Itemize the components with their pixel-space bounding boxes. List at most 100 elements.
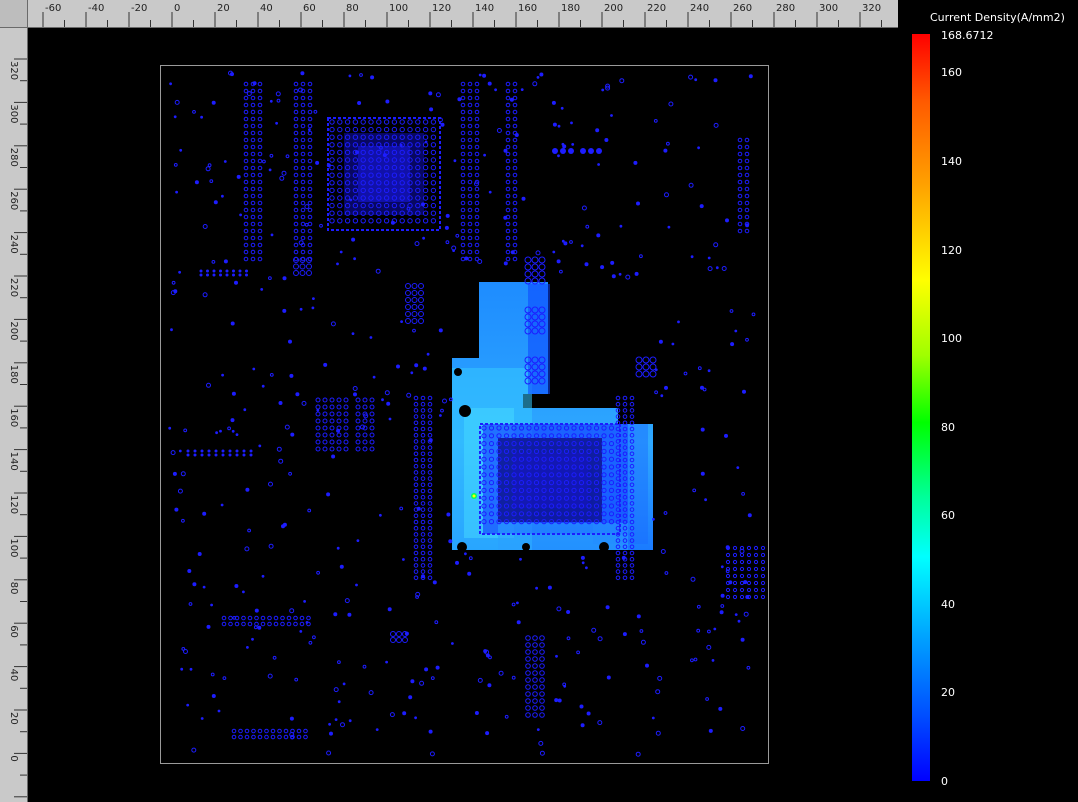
via bbox=[746, 552, 752, 558]
via bbox=[355, 411, 361, 417]
via bbox=[212, 269, 216, 273]
via bbox=[700, 471, 705, 476]
via bbox=[658, 339, 663, 344]
via bbox=[430, 172, 437, 178]
via bbox=[192, 582, 197, 587]
via bbox=[531, 270, 539, 278]
via bbox=[336, 428, 341, 433]
via bbox=[257, 109, 263, 115]
via bbox=[467, 207, 473, 213]
via bbox=[525, 698, 531, 704]
legend-tick-label: 140 bbox=[941, 155, 962, 168]
via bbox=[706, 644, 712, 650]
via bbox=[505, 221, 511, 227]
via bbox=[307, 172, 313, 178]
via bbox=[690, 658, 694, 663]
ruler-label: 240 bbox=[8, 235, 19, 254]
via bbox=[405, 297, 411, 303]
via bbox=[225, 273, 229, 277]
legend-title: Current Density(A/mm2) bbox=[930, 11, 1065, 24]
via bbox=[622, 401, 628, 407]
via bbox=[242, 590, 245, 594]
via bbox=[322, 425, 328, 431]
via bbox=[288, 339, 292, 344]
via bbox=[732, 559, 738, 565]
via bbox=[532, 656, 538, 662]
via bbox=[336, 546, 340, 550]
via bbox=[369, 336, 373, 339]
via bbox=[264, 734, 269, 740]
via bbox=[316, 408, 320, 412]
via bbox=[174, 99, 180, 105]
via bbox=[293, 193, 299, 199]
via bbox=[427, 451, 433, 457]
via bbox=[257, 221, 263, 227]
via bbox=[360, 126, 366, 133]
via bbox=[512, 102, 518, 108]
via bbox=[413, 513, 419, 519]
via bbox=[243, 151, 249, 157]
via bbox=[375, 728, 379, 731]
via bbox=[487, 683, 492, 688]
pcb-board-view[interactable] bbox=[28, 28, 898, 802]
via bbox=[250, 109, 256, 115]
via bbox=[278, 401, 283, 405]
via bbox=[596, 233, 601, 238]
via bbox=[467, 144, 473, 150]
via bbox=[694, 78, 698, 82]
via bbox=[467, 179, 473, 185]
via bbox=[250, 221, 256, 227]
ruler-label: -40 bbox=[88, 3, 104, 14]
via bbox=[250, 193, 256, 199]
mounting-hole bbox=[599, 542, 609, 552]
via bbox=[732, 580, 738, 586]
via bbox=[420, 556, 426, 562]
via bbox=[328, 722, 331, 726]
via bbox=[214, 449, 218, 453]
via bbox=[413, 532, 419, 537]
via bbox=[748, 74, 753, 79]
via bbox=[566, 610, 571, 614]
via bbox=[512, 81, 518, 87]
via bbox=[202, 224, 208, 229]
via bbox=[746, 545, 752, 551]
via bbox=[552, 122, 557, 127]
via bbox=[474, 235, 480, 241]
via bbox=[246, 646, 249, 649]
via bbox=[289, 608, 295, 614]
via bbox=[243, 95, 249, 101]
ruler-label: 320 bbox=[862, 3, 881, 14]
via bbox=[293, 186, 299, 192]
via bbox=[737, 165, 743, 171]
via bbox=[376, 218, 382, 224]
via bbox=[622, 575, 628, 581]
colorbar bbox=[912, 34, 930, 781]
via bbox=[348, 719, 352, 723]
via bbox=[170, 450, 176, 456]
via bbox=[744, 158, 750, 164]
via bbox=[525, 649, 531, 655]
via bbox=[683, 371, 688, 376]
via bbox=[642, 363, 650, 371]
via bbox=[420, 488, 426, 494]
via bbox=[474, 144, 480, 150]
via bbox=[467, 186, 473, 192]
via bbox=[597, 720, 603, 726]
pcb-canvas[interactable] bbox=[28, 28, 898, 802]
via bbox=[520, 88, 524, 91]
via bbox=[200, 115, 204, 119]
via bbox=[221, 373, 225, 377]
via bbox=[460, 207, 466, 213]
via bbox=[399, 506, 404, 511]
via bbox=[539, 691, 545, 697]
via bbox=[696, 628, 701, 633]
via bbox=[657, 675, 663, 681]
via bbox=[413, 494, 419, 500]
via bbox=[250, 256, 256, 262]
via bbox=[282, 308, 287, 313]
via bbox=[478, 73, 482, 77]
via bbox=[344, 119, 351, 125]
via bbox=[293, 270, 299, 276]
via bbox=[329, 218, 335, 224]
via bbox=[351, 237, 356, 242]
